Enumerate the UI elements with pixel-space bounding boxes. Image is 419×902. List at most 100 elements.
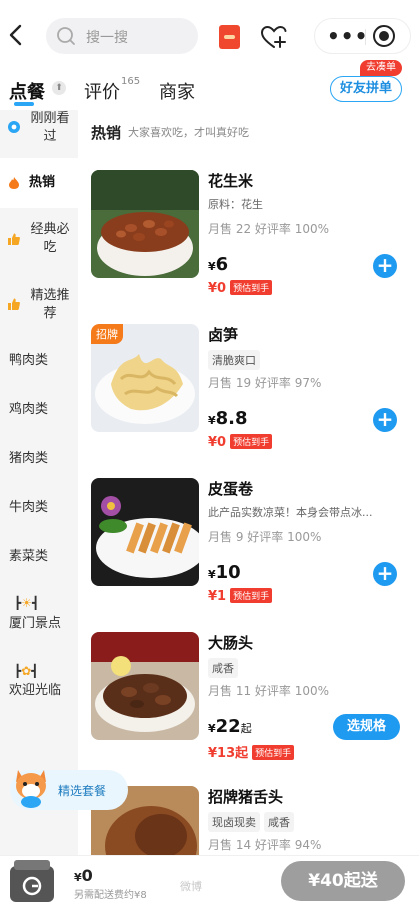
product-card[interactable]: 招牌猪舌头 现卤现卖 咸香 月售 14 好评率 94% (78, 786, 419, 855)
section-subtitle: 大家喜欢吃，才叫真好吃 (128, 126, 249, 139)
sidebar-label: 猪肉类 (9, 451, 49, 466)
product-image-peanuts[interactable] (91, 170, 199, 278)
product-tag: 现卤现卖 (208, 812, 260, 832)
collapse-arrow-icon[interactable]: ⬆ (52, 81, 66, 95)
section-title: 热销 (91, 124, 122, 142)
tab-bar: 点餐 ⬆ 评价 165 商家 好友拼单 去凑单 (0, 60, 419, 110)
product-tag: 咸香 (264, 812, 294, 832)
mini-program-capsule: ••• (314, 18, 411, 54)
estimated-price: ¥13起 预估到手 (208, 742, 295, 761)
sidebar-item-chicken[interactable]: 鸡肉类 (0, 396, 78, 426)
sidebar-label: 欢迎光临 (9, 683, 62, 698)
sidebar-item-beef[interactable]: 牛肉类 (0, 494, 78, 524)
sun-icon: ┣☀┫ (14, 596, 40, 610)
reviews-count: 165 (121, 76, 141, 87)
product-card[interactable]: 大肠头 咸香 月售 11 好评率 100% ¥22起 ¥13起 预估到手 选规格 (78, 632, 419, 782)
close-target-icon[interactable] (373, 25, 395, 47)
estimated-badge: 预估到手 (252, 745, 295, 760)
product-name: 大肠头 (208, 634, 254, 652)
thumbs-up-icon (8, 298, 20, 310)
add-to-cart-button[interactable]: + (373, 562, 397, 586)
product-name: 皮蛋卷 (208, 480, 254, 498)
eye-icon (8, 121, 20, 133)
combo-set-label: 精选套餐 (58, 784, 107, 798)
product-sales: 月售 14 好评率 94% (208, 838, 322, 852)
product-sales: 月售 11 好评率 100% (208, 684, 330, 698)
sidebar-label: 经典必吃 (30, 222, 70, 255)
product-image-intestine[interactable] (91, 632, 199, 740)
product-sales: 月售 9 好评率 100% (208, 530, 322, 544)
product-tags: 现卤现卖 咸香 (208, 812, 394, 832)
back-arrow-icon[interactable] (6, 20, 34, 54)
product-description: 此产品实数凉菜！本身会带点冰... (208, 506, 373, 519)
estimated-price: ¥0 预估到手 (208, 280, 273, 296)
sidebar-item-vegetable[interactable]: 素菜类 (0, 543, 78, 573)
add-to-cart-button[interactable]: + (373, 408, 397, 432)
shopping-bag-icon[interactable] (8, 858, 56, 902)
red-packet-icon[interactable] (219, 25, 240, 49)
search-bar[interactable]: 搜一搜 (46, 18, 198, 54)
product-price: ¥8.8 (208, 408, 248, 429)
bottom-cart-bar: ¥0 另需配送费约¥8 微博 ¥40起送 (0, 855, 419, 902)
search-icon (57, 27, 75, 45)
product-card[interactable]: 皮蛋卷 此产品实数凉菜！本身会带点冰... 月售 9 好评率 100% ¥10 … (78, 478, 419, 628)
sidebar-item-recently-viewed[interactable]: 刚刚看过 (0, 110, 78, 158)
product-price: ¥6 (208, 254, 229, 275)
sidebar-label: 鸭肉类 (9, 353, 49, 368)
product-price: ¥22起 (208, 716, 252, 737)
sidebar-label: 热销 (29, 175, 56, 190)
choose-spec-button[interactable]: 选规格 (333, 714, 400, 740)
product-description: 原料：花生 (208, 198, 263, 211)
more-menu-icon[interactable]: ••• (327, 24, 368, 48)
cart-total: ¥0 (74, 866, 93, 885)
tab-merchant[interactable]: 商家 (159, 78, 195, 104)
sidebar-item-pork[interactable]: 猪肉类 (0, 445, 78, 475)
sidebar-label: 鸡肉类 (9, 402, 49, 417)
category-sidebar: 刚刚看过 热销 经典必吃 精选推荐 鸭肉类 鸡肉类 猪肉类 牛肉类 素菜类 ┣☀… (0, 110, 78, 855)
delivery-fee-note: 另需配送费约¥8 (74, 890, 147, 901)
capsule-divider (365, 29, 366, 45)
add-to-cart-button[interactable]: + (373, 254, 397, 278)
product-tag: 咸香 (208, 658, 238, 678)
favorite-heart-plus-icon[interactable] (260, 24, 288, 50)
checkout-button[interactable]: ¥40起送 (281, 861, 405, 901)
sidebar-label: 牛肉类 (9, 500, 49, 515)
product-name: 花生米 (208, 172, 254, 190)
sidebar-item-welcome[interactable]: ┣✿┫ 欢迎光临 (0, 662, 78, 706)
sidebar-label: 刚刚看过 (30, 111, 70, 144)
tab-active-indicator (14, 102, 34, 106)
sidebar-label: 精选推荐 (30, 288, 70, 321)
estimated-price: ¥0 预估到手 (208, 434, 273, 450)
estimated-badge: 预估到手 (230, 434, 273, 449)
product-sales: 月售 19 好评率 97% (208, 376, 322, 390)
thumbs-up-icon (8, 233, 20, 245)
product-image-braised-bamboo[interactable]: 招牌 (91, 324, 199, 432)
product-tags: 清脆爽口 (208, 350, 394, 370)
product-card[interactable]: 招牌 卤笋 清脆爽口 月售 19 好评率 97% ¥8.8 ¥0 预估到手 + (78, 324, 419, 474)
sidebar-item-hot[interactable]: 热销 (0, 158, 78, 208)
product-name: 招牌猪舌头 (208, 788, 284, 806)
sidebar-item-xiamen-sights[interactable]: ┣☀┫ 厦门景点 (0, 594, 78, 638)
product-image-preserved-egg-roll[interactable] (91, 478, 199, 586)
top-bar: 搜一搜 ••• (0, 0, 419, 68)
sidebar-item-duck[interactable]: 鸭肉类 (0, 346, 78, 376)
search-placeholder: 搜一搜 (86, 30, 128, 46)
tab-order[interactable]: 点餐 (9, 78, 45, 104)
sidebar-item-classic[interactable]: 经典必吃 (0, 208, 78, 270)
friend-order-badge: 去凑单 (360, 60, 402, 76)
sidebar-label: 厦门景点 (9, 616, 62, 631)
flame-icon (9, 177, 19, 189)
watermark-text: 微博 (180, 880, 202, 893)
product-card[interactable]: 花生米 原料：花生 月售 22 好评率 100% ¥6 ¥0 预估到手 + (78, 170, 419, 320)
friend-group-order-button[interactable]: 好友拼单 (330, 76, 402, 102)
estimated-badge: 预估到手 (230, 280, 273, 295)
product-tag: 清脆爽口 (208, 350, 260, 370)
tab-reviews[interactable]: 评价 (84, 78, 120, 104)
product-name: 卤笋 (208, 326, 239, 344)
product-tags: 咸香 (208, 658, 394, 678)
product-price: ¥10 (208, 562, 241, 583)
fox-mascot-icon (16, 770, 46, 808)
sidebar-item-recommended[interactable]: 精选推荐 (0, 276, 78, 336)
estimated-badge: 预估到手 (230, 588, 273, 603)
party-popper-icon: ┣✿┫ (14, 664, 39, 678)
